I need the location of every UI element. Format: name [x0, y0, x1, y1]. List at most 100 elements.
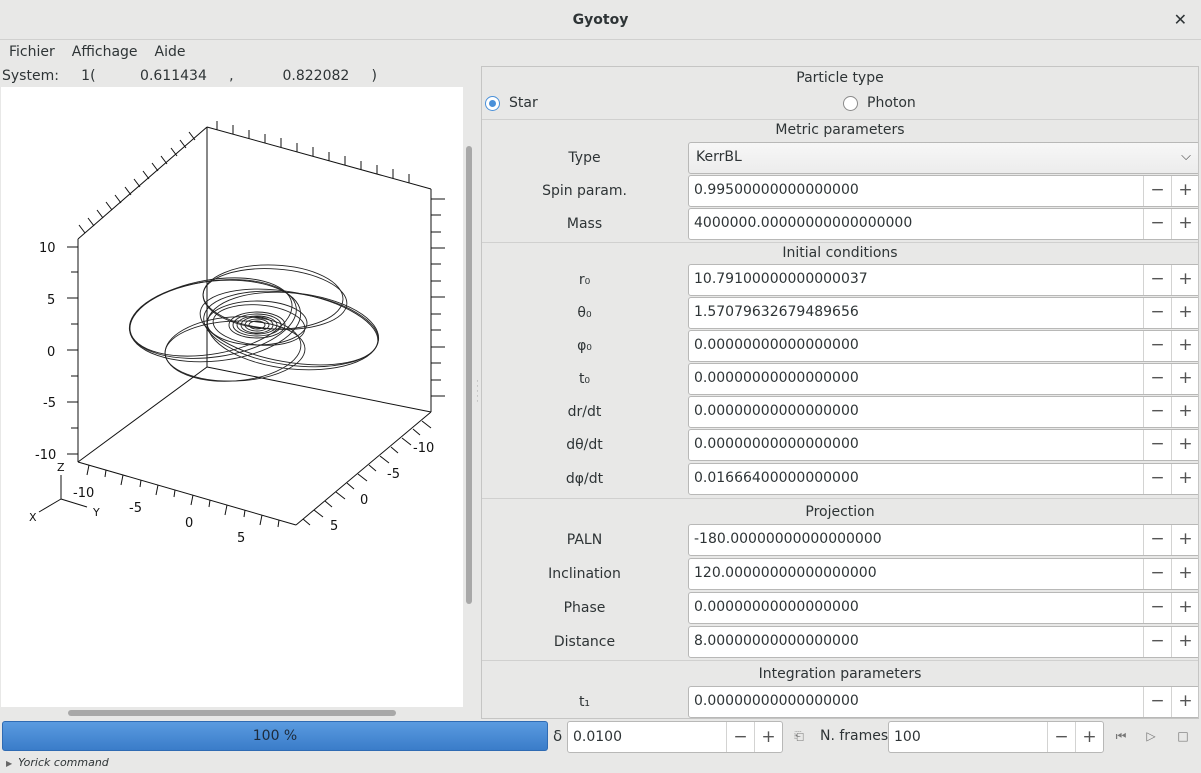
- menu-fichier[interactable]: Fichier: [0, 41, 63, 65]
- metric-type-select[interactable]: KerrBL ⌵: [688, 142, 1198, 174]
- param-field[interactable]: 0.00000000000000000 − +: [688, 396, 1198, 428]
- increment-button[interactable]: +: [1171, 559, 1198, 589]
- nframes-value[interactable]: 100: [889, 722, 1047, 752]
- decrement-button[interactable]: −: [1143, 298, 1171, 328]
- param-field[interactable]: 0.00000000000000000 − +: [688, 429, 1198, 461]
- decrement-button[interactable]: −: [1143, 209, 1171, 239]
- decrement-button[interactable]: −: [1047, 722, 1075, 752]
- param-label: θ₀: [577, 305, 592, 321]
- initial-row: dφ/dt 0.01666400000000000 − +: [482, 463, 1198, 495]
- param-label: φ₀: [577, 338, 592, 354]
- photon-radio[interactable]: Photon: [843, 95, 916, 111]
- param-field[interactable]: -180.00000000000000000 − +: [688, 524, 1198, 556]
- decrement-button[interactable]: −: [1143, 331, 1171, 361]
- param-field[interactable]: 10.79100000000000037 − +: [688, 264, 1198, 296]
- mass-field[interactable]: 4000000.00000000000000000 − +: [688, 208, 1198, 240]
- param-field[interactable]: 0.00000000000000000 − +: [688, 686, 1198, 718]
- decrement-button[interactable]: −: [1143, 176, 1171, 206]
- param-value[interactable]: 1.57079632679489656: [689, 298, 1143, 328]
- progress-bar: 100 %: [2, 721, 548, 751]
- plot-vertical-scrollbar[interactable]: [466, 146, 472, 604]
- increment-button[interactable]: +: [1171, 265, 1198, 295]
- integration-row: t₁ 0.00000000000000000 − +: [482, 686, 1198, 718]
- menu-affichage[interactable]: Affichage: [63, 41, 146, 65]
- param-value[interactable]: 0.00000000000000000: [689, 593, 1143, 623]
- tick-x: 5: [237, 531, 245, 546]
- plot-horizontal-scrollbar[interactable]: [68, 710, 396, 716]
- param-value[interactable]: 0.01666400000000000: [689, 464, 1143, 494]
- delta-value[interactable]: 0.0100: [568, 722, 726, 752]
- increment-button[interactable]: +: [1171, 627, 1198, 657]
- increment-button[interactable]: +: [1171, 687, 1198, 717]
- increment-button[interactable]: +: [1171, 525, 1198, 555]
- param-field[interactable]: 8.00000000000000000 − +: [688, 626, 1198, 658]
- yorick-command-expander[interactable]: ▶ Yorick command: [6, 756, 109, 769]
- initial-row: r₀ 10.79100000000000037 − +: [482, 264, 1198, 296]
- plot-canvas[interactable]: 10 5 0 -5 -10 -10 -5 0 5 -10 -5 0 5 Z Y …: [1, 87, 463, 707]
- param-value[interactable]: 0.00000000000000000: [689, 687, 1143, 717]
- increment-button[interactable]: +: [1171, 298, 1198, 328]
- param-field[interactable]: 120.00000000000000000 − +: [688, 558, 1198, 590]
- param-value[interactable]: -180.00000000000000000: [689, 525, 1143, 555]
- param-field[interactable]: 0.00000000000000000 − +: [688, 363, 1198, 395]
- increment-button[interactable]: +: [1171, 593, 1198, 623]
- param-field[interactable]: 0.00000000000000000 − +: [688, 592, 1198, 624]
- window-title: Gyotoy: [572, 11, 629, 28]
- param-field[interactable]: 1.57079632679489656 − +: [688, 297, 1198, 329]
- increment-button[interactable]: +: [1171, 464, 1198, 494]
- title-bar: Gyotoy ✕: [0, 0, 1201, 40]
- param-field[interactable]: 0.01666400000000000 − +: [688, 463, 1198, 495]
- param-value[interactable]: 0.00000000000000000: [689, 364, 1143, 394]
- tick-y-right: 0: [360, 493, 368, 508]
- projection-header: Projection: [805, 504, 875, 520]
- decrement-button[interactable]: −: [1143, 559, 1171, 589]
- initial-row: dθ/dt 0.00000000000000000 − +: [482, 429, 1198, 461]
- decrement-button[interactable]: −: [1143, 525, 1171, 555]
- spin-value[interactable]: 0.99500000000000000: [689, 176, 1143, 206]
- increment-button[interactable]: +: [1171, 176, 1198, 206]
- initial-conditions-header: Initial conditions: [782, 245, 898, 261]
- menu-bar: Fichier Affichage Aide: [0, 41, 194, 65]
- decrement-button[interactable]: −: [1143, 364, 1171, 394]
- spin-field[interactable]: 0.99500000000000000 − +: [688, 175, 1198, 207]
- decrement-button[interactable]: −: [1143, 397, 1171, 427]
- param-label: Inclination: [548, 566, 621, 582]
- decrement-button[interactable]: −: [1143, 687, 1171, 717]
- param-value[interactable]: 8.00000000000000000: [689, 627, 1143, 657]
- param-value[interactable]: 120.00000000000000000: [689, 559, 1143, 589]
- decrement-button[interactable]: −: [726, 722, 754, 752]
- pane-divider-grip[interactable]: · · · · ·: [476, 378, 480, 408]
- increment-button[interactable]: +: [1075, 722, 1103, 752]
- star-radio[interactable]: Star: [485, 95, 538, 111]
- increment-button[interactable]: +: [1171, 430, 1198, 460]
- menu-aide[interactable]: Aide: [146, 41, 194, 65]
- mass-value[interactable]: 4000000.00000000000000000: [689, 209, 1143, 239]
- increment-button[interactable]: +: [1171, 364, 1198, 394]
- param-field[interactable]: 0.00000000000000000 − +: [688, 330, 1198, 362]
- decrement-button[interactable]: −: [1143, 627, 1171, 657]
- param-value[interactable]: 0.00000000000000000: [689, 331, 1143, 361]
- tick-z: 10: [39, 241, 56, 256]
- increment-button[interactable]: +: [1171, 331, 1198, 361]
- close-icon[interactable]: ✕: [1174, 10, 1187, 29]
- decrement-button[interactable]: −: [1143, 430, 1171, 460]
- increment-button[interactable]: +: [754, 722, 782, 752]
- divider: [482, 660, 1198, 661]
- delta-field[interactable]: 0.0100 − +: [567, 721, 783, 753]
- decrement-button[interactable]: −: [1143, 593, 1171, 623]
- stop-icon[interactable]: □: [1174, 727, 1192, 745]
- nframes-field[interactable]: 100 − +: [888, 721, 1104, 753]
- play-icon[interactable]: ▷: [1142, 727, 1160, 745]
- skip-to-start-icon[interactable]: ⏮: [1112, 727, 1130, 745]
- param-value[interactable]: 10.79100000000000037: [689, 265, 1143, 295]
- reset-icon[interactable]: ⎗: [790, 727, 808, 745]
- param-label: dθ/dt: [566, 437, 603, 453]
- decrement-button[interactable]: −: [1143, 464, 1171, 494]
- param-value[interactable]: 0.00000000000000000: [689, 430, 1143, 460]
- increment-button[interactable]: +: [1171, 209, 1198, 239]
- param-value[interactable]: 0.00000000000000000: [689, 397, 1143, 427]
- bottom-toolbar: 100 % δ 0.0100 − + ⎗ N. frames 100 − + ⏮…: [0, 719, 1201, 753]
- mass-row: Mass 4000000.00000000000000000 − +: [482, 208, 1198, 240]
- increment-button[interactable]: +: [1171, 397, 1198, 427]
- decrement-button[interactable]: −: [1143, 265, 1171, 295]
